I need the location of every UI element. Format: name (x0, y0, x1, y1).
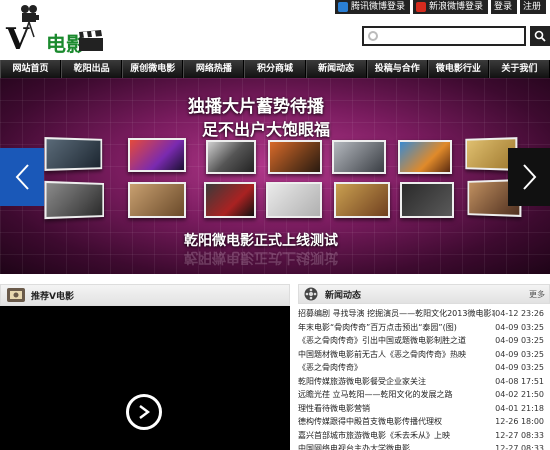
loading-ring-icon (368, 31, 378, 41)
news-item[interactable]: 中国网络电视台主办大学微电影 12-27 08:33 (298, 442, 550, 450)
news-date: 04-12 23:26 (495, 309, 544, 318)
news-item[interactable]: 乾阳传媒旅游微电影餐受企业家关注 04-08 17:51 (298, 375, 550, 389)
search-input[interactable] (364, 28, 524, 45)
search-button[interactable] (530, 26, 550, 46)
news-item[interactable]: 年末电影“骨肉传奇”百万点击预出“泰园”(图) 04-09 03:25 (298, 321, 550, 335)
movie-poster[interactable] (204, 182, 256, 218)
news-item[interactable]: 理性看待微电影营销 04-01 21:18 (298, 402, 550, 416)
movie-poster[interactable] (398, 140, 452, 174)
news-title[interactable]: 中国题材微电影前无古人《恶之骨肉传奇》热映 (298, 348, 466, 362)
movie-poster[interactable] (44, 180, 104, 220)
more-news-link[interactable]: 更多 (529, 289, 545, 300)
login-link[interactable]: 登录 (490, 0, 517, 14)
movie-poster[interactable] (334, 182, 390, 218)
nav-home[interactable]: 网站首页 (0, 60, 62, 78)
news-item[interactable]: 《恶之骨肉传奇》引出中国或题微电影制胜之道 04-09 03:25 (298, 334, 550, 348)
sina-weibo-login-link[interactable]: 新浪微博登录 (412, 0, 488, 14)
movie-poster[interactable] (206, 140, 256, 174)
nav-qianyang-productions[interactable]: 乾阳出品 (61, 60, 123, 78)
news-date: 04-09 03:25 (495, 336, 544, 345)
play-icon (139, 405, 150, 419)
register-link[interactable]: 注册 (519, 0, 546, 14)
movie-poster[interactable] (44, 137, 103, 171)
nav-about-us[interactable]: 关于我们 (488, 60, 550, 78)
movie-poster[interactable] (128, 138, 186, 172)
news-item[interactable]: 德构传媒跟得中殿首支微电影传播代理权 12-26 18:00 (298, 415, 550, 429)
news-title[interactable]: 招募编剧 寻找导演 挖掘演员——乾阳文化2013微电影事总动员 (298, 307, 495, 321)
site-header: V 电影 腾讯微博登录 新浪微博登录 登录 注册 (0, 0, 550, 60)
news-date: 12-26 18:00 (495, 417, 544, 426)
news-title[interactable]: 理性看待微电影营销 (298, 402, 370, 416)
news-item[interactable]: 中国题材微电影前无古人《恶之骨肉传奇》热映 04-09 03:25 (298, 348, 550, 362)
movie-poster[interactable] (128, 182, 186, 218)
news-date: 04-02 21:50 (495, 390, 544, 399)
top-links: 腾讯微博登录 新浪微博登录 登录 注册 (334, 0, 546, 14)
panel-header: 推荐V电影 (0, 284, 290, 306)
news-item[interactable]: 《恶之骨肉传奇》 04-09 03:25 (298, 361, 550, 375)
search-icon (534, 30, 546, 42)
movie-poster[interactable] (266, 182, 322, 218)
news-panel: 新闻动态 更多 招募编剧 寻找导演 挖掘演员——乾阳文化2013微电影事总动员0… (298, 284, 550, 450)
main-nav: 网站首页 乾阳出品 原创微电影 网络热播 积分商城 新闻动态 投稿与合作 微电影… (0, 60, 550, 78)
tencent-weibo-login-link[interactable]: 腾讯微博登录 (334, 0, 410, 14)
news-date: 04-09 03:25 (495, 349, 544, 359)
tencent-weibo-icon (337, 2, 348, 12)
film-reel-icon (7, 288, 25, 302)
news-title[interactable]: 中国网络电视台主办大学微电影 (298, 442, 410, 450)
news-title[interactable]: 远瞻光荏 立马乾阳——乾阳文化的发展之路 (298, 388, 453, 402)
hero-banner[interactable]: 独播大片蓄势待播 足不出户大饱眼福 乾阳微电影正式上线测试 乾阳微电影正式上线测… (0, 78, 550, 274)
panel-header: 新闻动态 更多 (298, 284, 550, 304)
sina-weibo-icon (415, 2, 426, 12)
nav-news[interactable]: 新闻动态 (305, 60, 367, 78)
film-camera-icon (21, 5, 39, 38)
toplink-label: 新浪微博登录 (428, 2, 483, 12)
news-title[interactable]: 嘉兴首部城市旅游微电影《禾去禾从》上映 (298, 429, 450, 443)
movie-poster[interactable] (400, 182, 454, 218)
news-list: 招募编剧 寻找导演 挖掘演员——乾阳文化2013微电影事总动员04-12 23:… (298, 304, 550, 450)
banner-next-button[interactable] (508, 148, 550, 206)
chevron-left-icon (15, 164, 29, 190)
movie-poster[interactable] (268, 140, 322, 174)
clapperboard-icon (79, 30, 103, 51)
nav-industry[interactable]: 微电影行业 (427, 60, 489, 78)
banner-prev-button[interactable] (0, 148, 44, 206)
news-date: 04-08 17:51 (495, 376, 544, 386)
news-title[interactable]: 德构传媒跟得中殿首支微电影传播代理权 (298, 415, 442, 429)
nav-points-mall[interactable]: 积分商城 (244, 60, 306, 78)
search-box (362, 26, 526, 46)
news-item[interactable]: 嘉兴首部城市旅游微电影《禾去禾从》上映 12-27 08:33 (298, 429, 550, 443)
banner-slogan-3: 乾阳微电影正式上线测试 (184, 233, 338, 249)
site-logo[interactable]: V 电影 (6, 4, 106, 57)
nav-online-hits[interactable]: 网络热播 (183, 60, 245, 78)
news-date: 12-27 08:33 (495, 444, 544, 450)
news-date: 04-09 03:25 (495, 322, 544, 332)
nav-submissions[interactable]: 投稿与合作 (366, 60, 428, 78)
chevron-right-icon (523, 164, 537, 190)
nav-original-micro-films[interactable]: 原创微电影 (122, 60, 184, 78)
news-date: 12-27 08:33 (495, 430, 544, 440)
news-item[interactable]: 招募编剧 寻找导演 挖掘演员——乾阳文化2013微电影事总动员04-12 23:… (298, 307, 550, 321)
news-item[interactable]: 远瞻光荏 立马乾阳——乾阳文化的发展之路 04-02 21:50 (298, 388, 550, 402)
banner-slogan-2: 足不出户大饱眼福 (202, 120, 331, 139)
play-button[interactable] (126, 394, 162, 430)
toplink-label: 登录 (493, 2, 512, 12)
toplink-label: 腾讯微博登录 (350, 2, 405, 12)
recommended-panel: 推荐V电影 (0, 284, 290, 450)
news-title[interactable]: 乾阳传媒旅游微电影餐受企业家关注 (298, 375, 426, 389)
news-title[interactable]: 《恶之骨肉传奇》引出中国或题微电影制胜之道 (298, 334, 466, 348)
panel-title: 推荐V电影 (31, 291, 74, 302)
banner-slogan-reflection: 乾阳微电影正式上线测试 (184, 249, 338, 265)
banner-slogan-1: 独播大片蓄势待播 (188, 97, 324, 117)
video-player[interactable] (0, 306, 290, 450)
movie-poster[interactable] (332, 140, 386, 174)
news-date: 04-09 03:25 (495, 363, 544, 372)
news-title[interactable]: 《恶之骨肉传奇》 (298, 361, 362, 375)
panel-title: 新闻动态 (325, 290, 362, 301)
news-date: 04-01 21:18 (495, 403, 544, 413)
film-reel-icon (304, 287, 318, 301)
toplink-label: 注册 (522, 2, 541, 12)
news-title[interactable]: 年末电影“骨肉传奇”百万点击预出“泰园”(图) (298, 321, 457, 335)
